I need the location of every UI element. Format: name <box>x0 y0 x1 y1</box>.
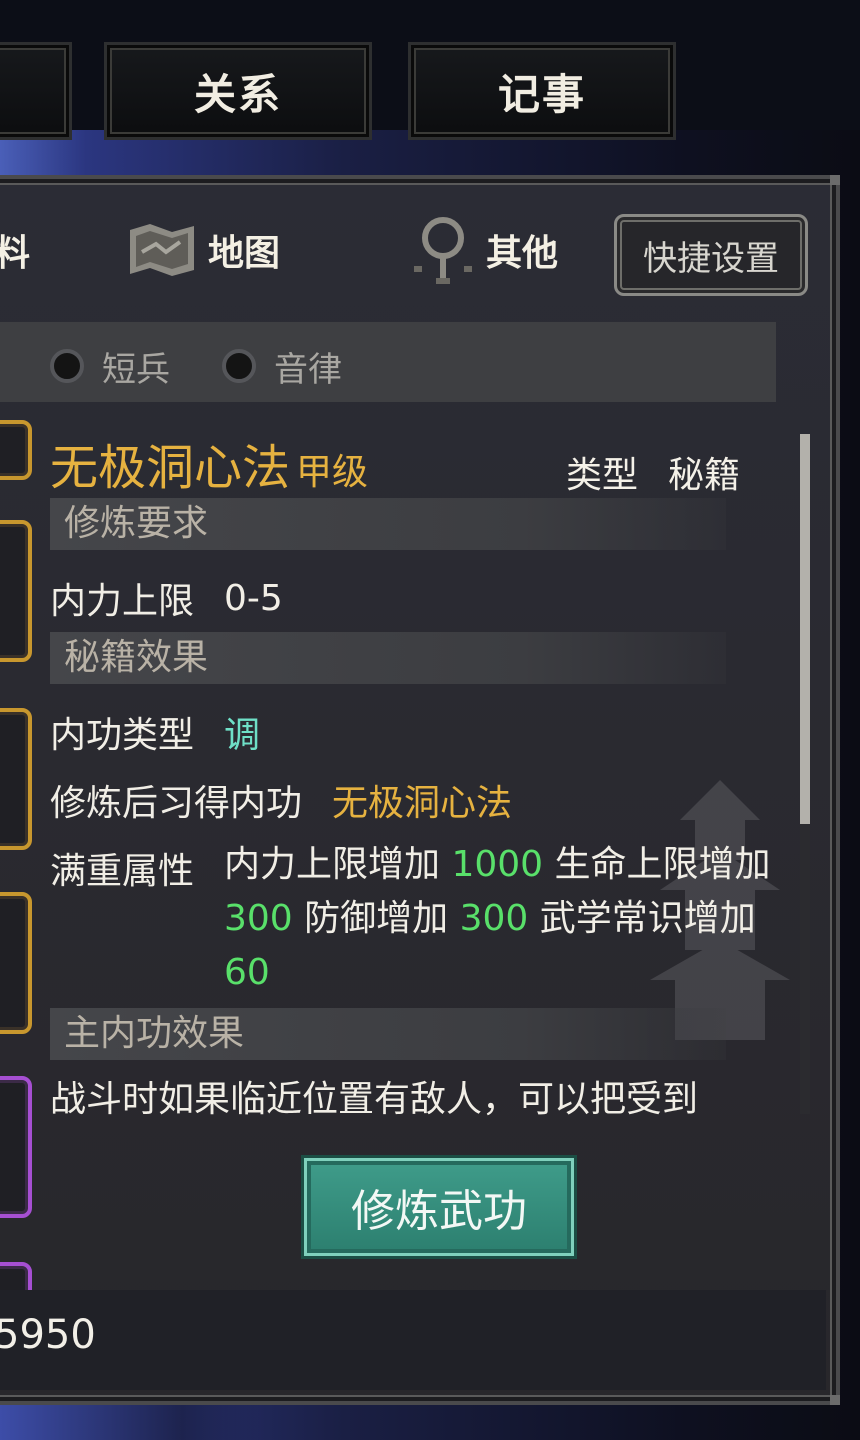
shortcut-settings-button[interactable]: 快捷设置 <box>614 214 808 296</box>
section-effect: 秘籍效果 <box>50 632 726 684</box>
tab-notes[interactable]: 记事 <box>408 42 676 140</box>
radio-icon <box>222 349 256 383</box>
radio-icon <box>50 349 84 383</box>
skill-grade: 甲级 <box>296 452 369 493</box>
train-skill-button[interactable]: 修炼武功 <box>304 1158 574 1256</box>
tab-relations[interactable]: 关系 <box>104 42 372 140</box>
type-value: 秘籍 <box>668 455 741 496</box>
skill-type-row: 内功类型 调 <box>50 715 261 756</box>
nav-other-label: 其他 <box>486 233 559 274</box>
attr-text: 内力上限增加 1000 生命上限增加 300 防御增加 300 武学常识增加 6… <box>224 844 771 993</box>
scrollbar-thumb[interactable] <box>800 434 810 824</box>
section-requirement: 修炼要求 <box>50 498 726 550</box>
type-label: 类型 <box>566 455 639 496</box>
learned-row: 修炼后习得内功 无极洞心法 <box>50 783 513 824</box>
requirement-row: 内力上限 0-5 <box>50 577 283 623</box>
attr-label: 满重属性 <box>50 851 195 892</box>
main-effect-text: 战斗时如果临近位置有敌人，可以把受到 <box>50 1079 699 1120</box>
nav-info[interactable]: 料 <box>0 210 30 290</box>
skill-card[interactable] <box>0 1076 32 1218</box>
nav-map[interactable]: 地图 <box>126 210 280 290</box>
type-row: 类型 秘籍 <box>566 446 740 498</box>
skill-card[interactable] <box>0 520 32 662</box>
other-icon <box>414 217 472 284</box>
filter-short-weapon[interactable]: 短兵 <box>50 340 170 392</box>
skill-name: 无极洞心法 <box>50 440 291 496</box>
footer-bar <box>0 1290 826 1390</box>
skill-card[interactable] <box>0 892 32 1034</box>
skill-card[interactable] <box>0 708 32 850</box>
section-main-effect: 主内功效果 <box>50 1008 726 1060</box>
tab-partial[interactable] <box>0 42 72 140</box>
skill-card[interactable] <box>0 420 32 480</box>
nav-map-label: 地图 <box>208 233 281 274</box>
skill-title: 无极洞心法 甲级 <box>50 428 368 498</box>
footer-value: 5950 <box>0 1312 96 1358</box>
nav-other[interactable]: 其他 <box>410 210 558 290</box>
map-icon <box>130 224 194 276</box>
tab-relations-label: 关系 <box>193 69 282 119</box>
filter-music[interactable]: 音律 <box>222 340 342 392</box>
tab-notes-label: 记事 <box>497 69 586 119</box>
